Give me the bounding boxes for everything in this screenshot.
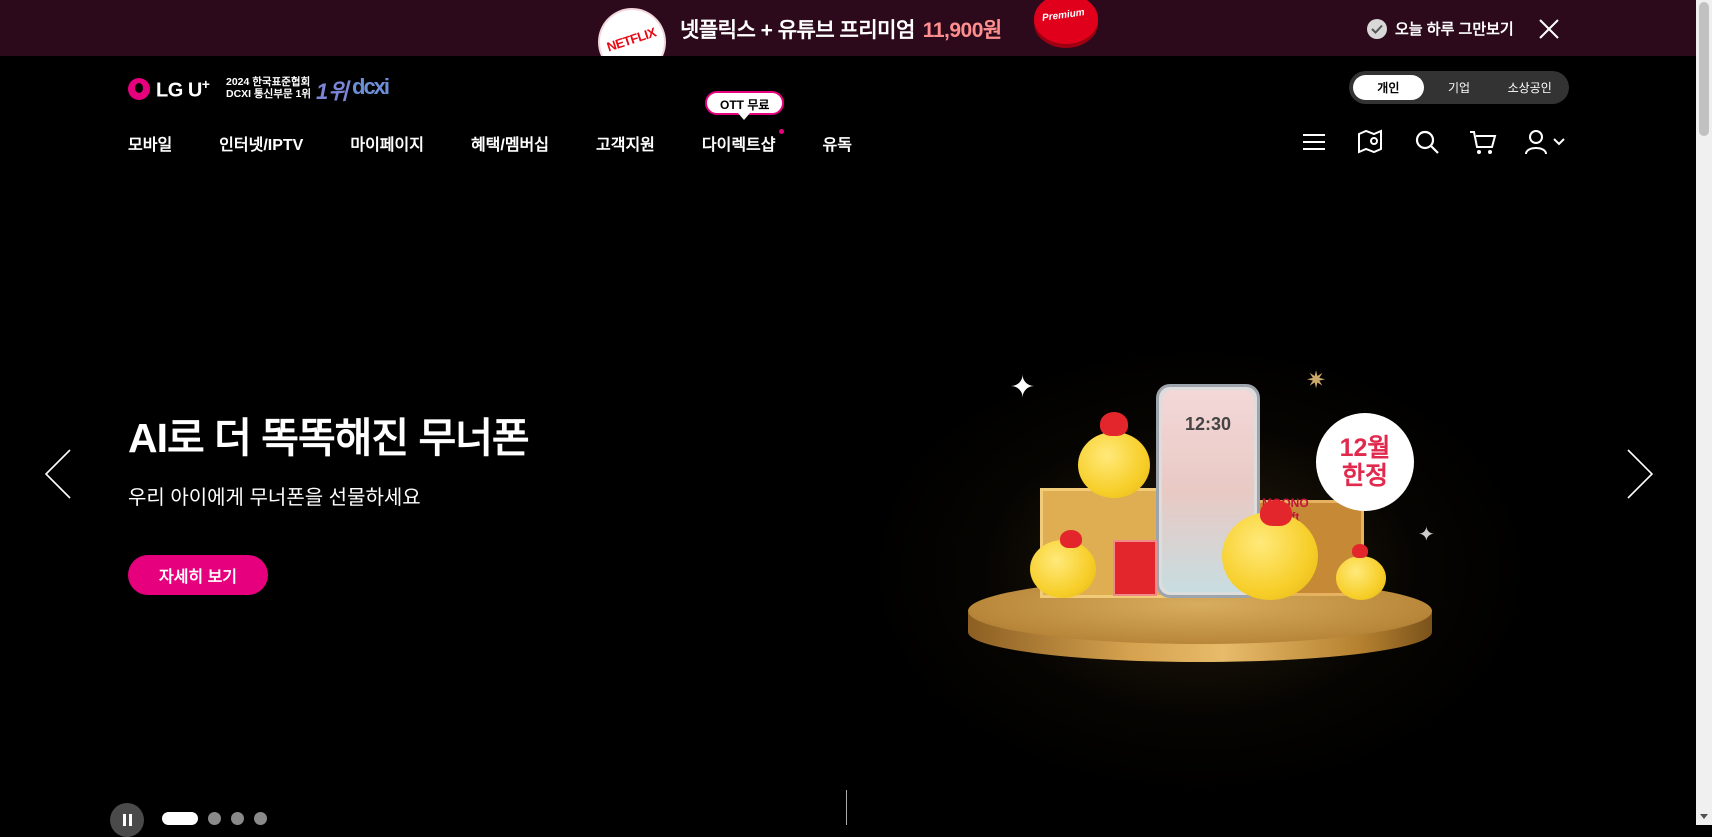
lgu-logo[interactable]: LG U+ <box>128 76 210 103</box>
sparkle-icon: ✦ <box>1010 371 1036 404</box>
chick-character-top <box>1078 432 1150 498</box>
award-line-1: 2024 한국표준협회 <box>226 76 311 88</box>
netflix-badge-label: NETFLIX <box>604 24 658 55</box>
check-icon <box>1367 18 1387 39</box>
december-limited-badge: 12월 한정 <box>1316 413 1414 511</box>
slide-dot-2[interactable] <box>208 812 221 825</box>
new-dot <box>778 129 784 134</box>
page-scrollbar[interactable] <box>1696 0 1712 825</box>
hero-subtitle: 우리 아이에게 무너폰을 선물하세요 <box>128 487 421 509</box>
slide-dot-3[interactable] <box>231 812 244 825</box>
promo-text[interactable]: 넷플릭스 + 유튜브 프리미엄 11,900원 <box>680 14 1002 44</box>
store-map-icon[interactable] <box>1356 128 1384 156</box>
slide-dot-4[interactable] <box>254 812 267 825</box>
lg-logo-icon <box>128 78 150 101</box>
menu-icon[interactable] <box>1300 128 1328 156</box>
sparkle-icon: ✷ <box>1306 367 1327 394</box>
scroll-indicator-line <box>846 790 847 825</box>
chick-crest <box>1100 412 1128 436</box>
segment-business[interactable]: 기업 <box>1424 75 1495 100</box>
chick-character-left <box>1030 540 1096 598</box>
dismiss-today-checkbox[interactable]: 오늘 하루 그만보기 <box>1367 18 1514 39</box>
logo-text: LG U+ <box>156 76 210 102</box>
dismiss-today-label: 오늘 하루 그만보기 <box>1395 21 1514 38</box>
nav-mobile[interactable]: 모바일 <box>128 131 172 155</box>
user-icon[interactable] <box>1524 128 1568 156</box>
youtube-premium-label: Premium <box>1041 7 1086 24</box>
nav-directshop-label: 다이렉트샵 <box>701 137 776 154</box>
hero-title: AI로 더 똑똑해진 무너폰 <box>128 415 530 461</box>
chick-crest <box>1260 500 1292 526</box>
segment-small-business[interactable]: 소상공인 <box>1494 75 1565 100</box>
promo-price: 11,900원 <box>922 19 1002 42</box>
chick-crest <box>1352 544 1368 558</box>
main-nav: 모바일 인터넷/IPTV 마이페이지 혜택/멤버십 고객지원 다이렉트샵 유독 <box>128 129 899 155</box>
slide-dot-1[interactable] <box>162 812 198 825</box>
nav-directshop[interactable]: 다이렉트샵 <box>701 129 784 155</box>
close-icon[interactable] <box>1538 18 1560 40</box>
red-gift-box <box>1113 540 1157 596</box>
promo-title: 넷플릭스 + 유튜브 프리미엄 <box>680 19 915 42</box>
customer-type-toggle[interactable]: 개인 기업 소상공인 <box>1349 71 1569 104</box>
slide-indicator <box>162 812 267 825</box>
nav-support[interactable]: 고객지원 <box>596 131 655 155</box>
nav-internet-iptv[interactable]: 인터넷/IPTV <box>219 131 303 155</box>
nav-yudok[interactable]: 유독 <box>823 131 852 155</box>
pause-button[interactable] <box>110 803 144 837</box>
phone-time: 12:30 <box>1184 414 1232 434</box>
netflix-badge: NETFLIX <box>600 10 664 56</box>
dcxi-logo: dcxi <box>352 74 390 99</box>
scroll-thumb[interactable] <box>1699 2 1709 136</box>
prev-slide-arrow[interactable] <box>42 448 74 500</box>
ott-free-tag: OTT 무료 <box>705 91 785 120</box>
search-icon[interactable] <box>1413 128 1441 156</box>
award-line-2: DCXI 통신부문 1위 <box>226 88 312 100</box>
award-rank: 1위 <box>316 79 349 104</box>
nav-benefits[interactable]: 혜택/멤버십 <box>471 131 549 155</box>
youtube-premium-badge: Premium <box>1034 0 1098 44</box>
more-details-button[interactable]: 자세히 보기 <box>128 555 268 595</box>
nav-mypage[interactable]: 마이페이지 <box>350 131 424 155</box>
promo-banner[interactable]: NETFLIX 넷플릭스 + 유튜브 프리미엄 11,900원 Premium 오… <box>0 0 1696 56</box>
sparkle-icon: ✦ <box>1418 524 1435 546</box>
chick-character-small <box>1336 556 1386 600</box>
segment-personal[interactable]: 개인 <box>1353 75 1424 100</box>
scroll-down-arrow[interactable] <box>1700 814 1708 819</box>
next-slide-arrow[interactable] <box>1624 448 1656 500</box>
award-text: 2024 한국표준협회 DCXI 통신부문 1위 <box>226 76 311 100</box>
cart-icon[interactable] <box>1468 128 1498 156</box>
chick-crest <box>1060 530 1082 548</box>
